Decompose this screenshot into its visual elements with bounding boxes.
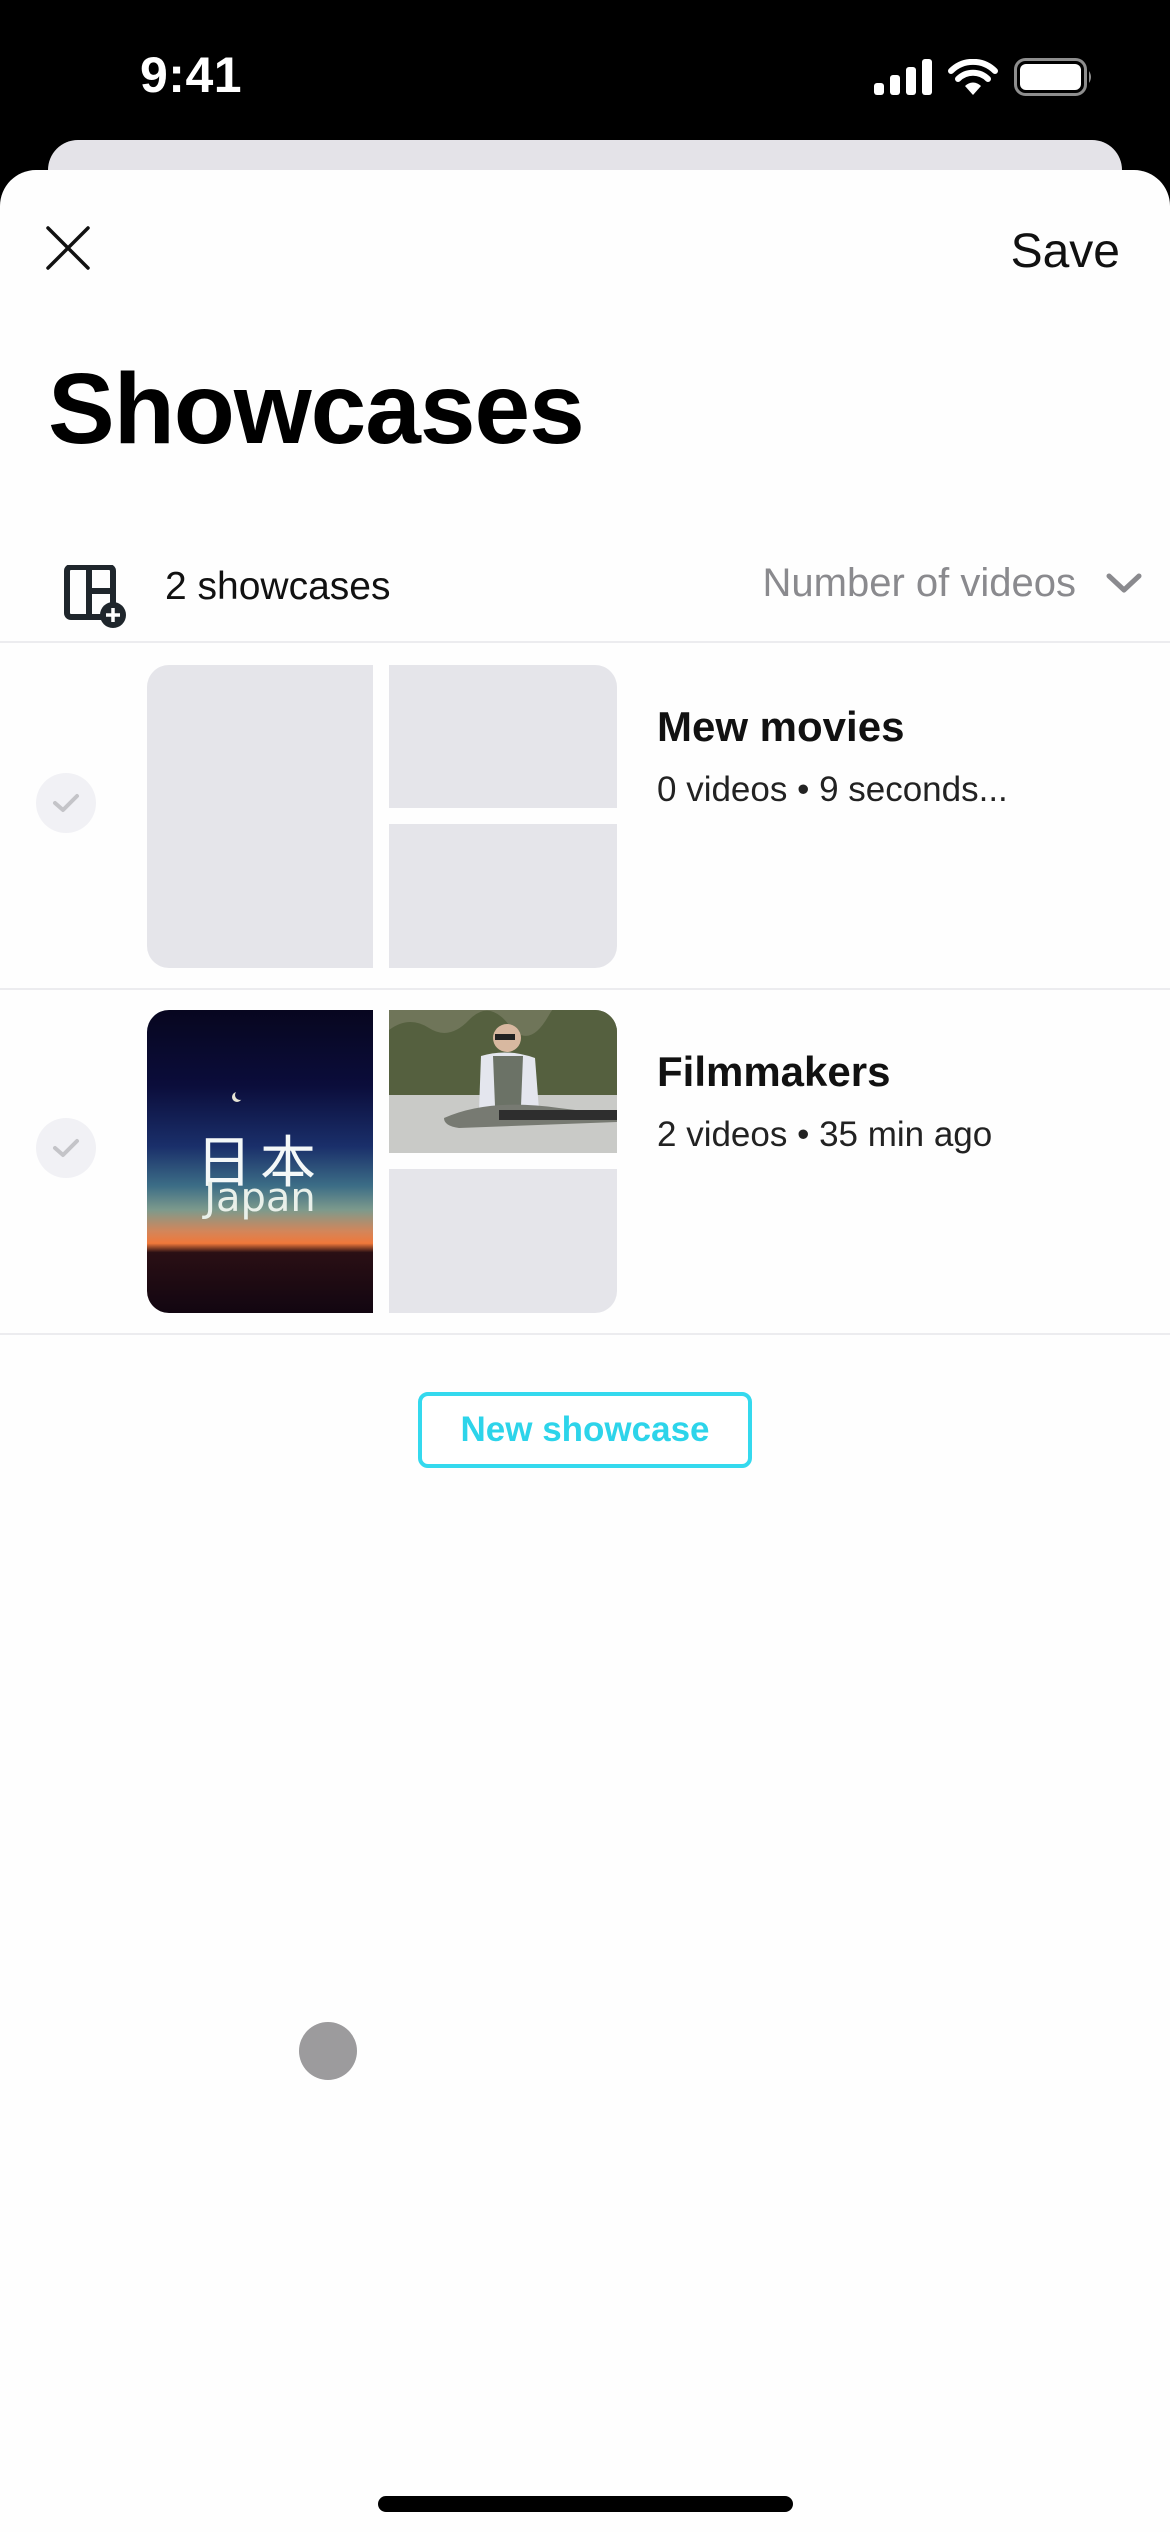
sort-selected-value: Number of videos [762, 561, 1076, 605]
showcase-title: Mew movies [657, 703, 905, 750]
cellular-signal-icon [874, 59, 932, 95]
battery-icon [1014, 58, 1091, 96]
showcase-count-row: 2 showcases Number of videos [0, 525, 1170, 643]
sort-dropdown[interactable]: Number of videos [763, 561, 1142, 606]
showcase-meta: 0 videos • 9 seconds... [657, 770, 1008, 809]
showcase-count: 2 showcases [165, 565, 391, 608]
thumbnail-placeholder [389, 824, 617, 968]
close-button[interactable] [44, 224, 92, 272]
moon-icon [235, 1090, 245, 1100]
chevron-down-icon [1106, 573, 1142, 592]
thumbnail-japan-sunset: 日本 Japan [147, 1010, 373, 1313]
showcase-thumbnails [147, 665, 617, 968]
wifi-icon [948, 59, 998, 95]
showcase-row-mew-movies[interactable]: Mew movies 0 videos • 9 seconds... [0, 645, 1170, 990]
thumbnail-placeholder [389, 665, 617, 808]
thumbnail-placeholder [389, 1169, 617, 1313]
fisherman-image [389, 1010, 617, 1153]
select-checkbox[interactable] [36, 773, 96, 833]
showcases-sheet: Save Showcases 2 showcases Number of vid… [0, 170, 1170, 2532]
home-indicator[interactable] [378, 2496, 793, 2512]
status-icons [874, 58, 1094, 96]
select-checkbox[interactable] [36, 1118, 96, 1178]
new-showcase-button[interactable]: New showcase [418, 1392, 752, 1468]
showcase-title: Filmmakers [657, 1048, 891, 1095]
close-icon [46, 226, 90, 270]
thumbnail-fisherman [389, 1010, 617, 1153]
showcase-meta: 2 videos • 35 min ago [657, 1115, 993, 1154]
checkmark-icon [53, 1139, 79, 1157]
showcase-thumbnails: 日本 Japan [147, 1010, 617, 1313]
showcase-add-icon [64, 564, 126, 628]
save-button[interactable]: Save [1011, 224, 1120, 279]
add-showcase-button[interactable] [63, 564, 126, 628]
checkmark-icon [53, 794, 79, 812]
showcase-row-filmmakers[interactable]: 日本 Japan Filmmakers 2 videos • 35 min ag… [0, 990, 1170, 1335]
page-title: Showcases [48, 353, 585, 465]
thumbnail-english-text: Japan [204, 1175, 316, 1221]
status-bar: 9:41 [0, 0, 1170, 140]
touch-indicator [299, 2022, 357, 2080]
thumbnail-placeholder [147, 665, 373, 968]
status-time: 9:41 [140, 47, 243, 103]
